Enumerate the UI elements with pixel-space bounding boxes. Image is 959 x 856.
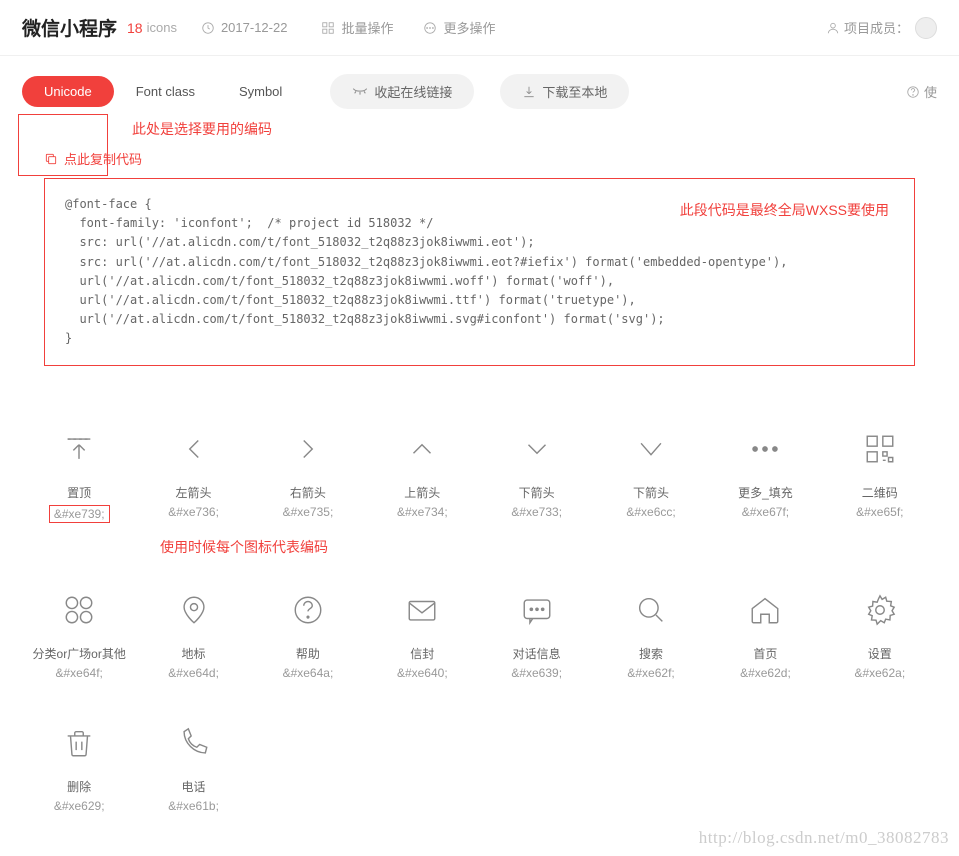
project-title: 微信小程序 bbox=[22, 14, 117, 41]
icon-delete[interactable]: 删除 &#xe629; bbox=[22, 720, 136, 813]
annotation-icon-code: 使用时候每个图标代表编码 bbox=[160, 537, 959, 557]
message-icon bbox=[520, 587, 554, 633]
annotation-tabs: 此处是选择要用的编码 bbox=[132, 119, 959, 139]
chevron-right-icon bbox=[291, 426, 325, 472]
icon-home[interactable]: 首页 &#xe62d; bbox=[708, 587, 822, 680]
user-icon bbox=[826, 21, 840, 35]
icon-arrow-down[interactable]: 下箭头 &#xe733; bbox=[480, 426, 594, 523]
icon-grid-row2: 分类or广场or其他 &#xe64f; 地标 &#xe64d; 帮助 &#xe6… bbox=[0, 557, 959, 690]
action-row: Unicode Font class Symbol 收起在线链接 下载至本地 使 bbox=[0, 56, 959, 117]
home-icon bbox=[748, 587, 782, 633]
project-members[interactable]: 项目成员： bbox=[826, 17, 937, 39]
tab-symbol[interactable]: Symbol bbox=[217, 76, 304, 107]
help-button[interactable]: 使 bbox=[906, 82, 937, 101]
icon-pin-top[interactable]: 置顶 &#xe739; bbox=[22, 426, 136, 523]
location-icon bbox=[177, 587, 211, 633]
icon-arrow-down-alt[interactable]: 下箭头 &#xe6cc; bbox=[594, 426, 708, 523]
date: 2017-12-22 bbox=[201, 20, 288, 35]
search-icon bbox=[634, 587, 668, 633]
question-icon bbox=[906, 85, 920, 99]
dots-icon bbox=[748, 426, 782, 472]
copy-code-button[interactable]: 点此复制代码 bbox=[0, 149, 959, 178]
icon-category[interactable]: 分类or广场or其他 &#xe64f; bbox=[22, 587, 136, 680]
caret-down-icon bbox=[634, 426, 668, 472]
more-button[interactable]: 更多操作 bbox=[423, 18, 495, 37]
more-icon bbox=[423, 21, 437, 35]
icon-count-label: icons bbox=[147, 20, 177, 35]
icon-grid-row1: 置顶 &#xe739; 左箭头 &#xe736; 右箭头 &#xe735; 上箭… bbox=[0, 386, 959, 533]
icon-arrow-up[interactable]: 上箭头 &#xe734; bbox=[365, 426, 479, 523]
download-icon bbox=[522, 85, 536, 99]
eye-closed-icon bbox=[352, 87, 368, 97]
category-icon bbox=[62, 587, 96, 633]
tab-fontclass[interactable]: Font class bbox=[114, 76, 217, 107]
icon-qrcode[interactable]: 二维码 &#xe65f; bbox=[823, 426, 937, 523]
chevron-left-icon bbox=[177, 426, 211, 472]
grid-icon bbox=[321, 21, 335, 35]
header-bar: 微信小程序 18 icons 2017-12-22 批量操作 更多操作 项目成员… bbox=[0, 0, 959, 56]
icon-message[interactable]: 对话信息 &#xe639; bbox=[480, 587, 594, 680]
phone-icon bbox=[177, 720, 211, 766]
icon-help[interactable]: 帮助 &#xe64a; bbox=[251, 587, 365, 680]
tab-unicode[interactable]: Unicode bbox=[22, 76, 114, 107]
pin-top-icon bbox=[62, 426, 96, 472]
qrcode-icon bbox=[863, 426, 897, 472]
icon-envelope[interactable]: 信封 &#xe640; bbox=[365, 587, 479, 680]
watermark: http://blog.csdn.net/m0_38082783 bbox=[699, 828, 949, 848]
icon-phone[interactable]: 电话 &#xe61b; bbox=[136, 720, 250, 813]
annotation-code: 此段代码是最终全局WXSS要使用 bbox=[680, 200, 889, 220]
icon-arrow-right[interactable]: 右箭头 &#xe735; bbox=[251, 426, 365, 523]
icon-location[interactable]: 地标 &#xe64d; bbox=[136, 587, 250, 680]
clock-icon bbox=[201, 21, 215, 35]
icon-more-fill[interactable]: 更多_填充 &#xe67f; bbox=[708, 426, 822, 523]
icon-settings[interactable]: 设置 &#xe62a; bbox=[823, 587, 937, 680]
icon-search[interactable]: 搜索 &#xe62f; bbox=[594, 587, 708, 680]
trash-icon bbox=[62, 720, 96, 766]
chevron-down-icon bbox=[520, 426, 554, 472]
envelope-icon bbox=[405, 587, 439, 633]
help-icon bbox=[291, 587, 325, 633]
batch-button[interactable]: 批量操作 bbox=[321, 18, 393, 37]
icon-arrow-left[interactable]: 左箭头 &#xe736; bbox=[136, 426, 250, 523]
avatar bbox=[915, 17, 937, 39]
download-button[interactable]: 下载至本地 bbox=[500, 74, 629, 109]
icon-count: 18 bbox=[127, 20, 143, 36]
icon-code-highlighted: &#xe739; bbox=[49, 505, 110, 523]
gear-icon bbox=[863, 587, 897, 633]
copy-icon bbox=[44, 152, 58, 166]
chevron-up-icon bbox=[405, 426, 439, 472]
collapse-link-button[interactable]: 收起在线链接 bbox=[330, 74, 474, 109]
